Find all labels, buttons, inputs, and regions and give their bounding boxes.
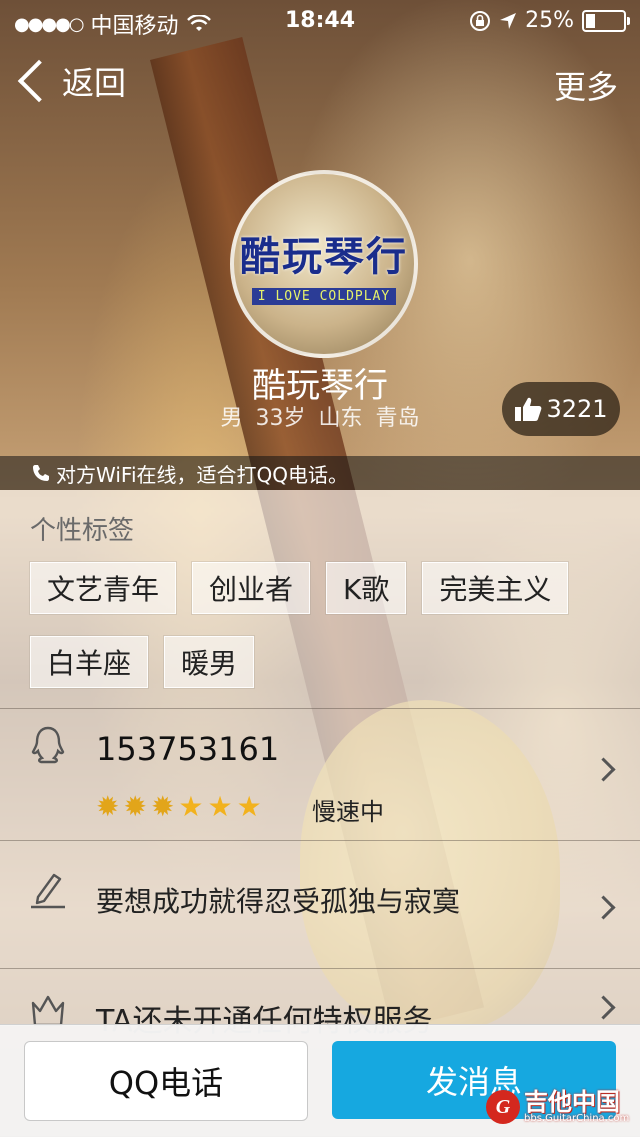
- chevron-right-icon: [591, 995, 616, 1020]
- tag-row-1: 文艺青年 创业者 K歌 完美主义: [30, 562, 569, 614]
- crown-icon: [31, 995, 65, 1026]
- avatar[interactable]: 酷玩琴行 I LOVE COLDPLAY: [230, 170, 418, 358]
- tag-item[interactable]: 暖男: [164, 636, 255, 688]
- phone-icon: [33, 465, 49, 481]
- sun-level-icon: ✹: [123, 790, 147, 823]
- star-level-icon: ★: [178, 790, 204, 823]
- star-level-icon: ★: [207, 790, 233, 823]
- battery-percent: 25%: [525, 8, 574, 33]
- penguin-icon: [31, 726, 65, 764]
- wifi-notice-bar: 对方WiFi在线，适合打QQ电话。: [0, 456, 640, 490]
- star-level-icon: ★: [236, 790, 262, 823]
- thumbs-up-icon: [515, 397, 542, 421]
- more-button[interactable]: 更多: [554, 62, 618, 108]
- like-count: 3221: [546, 395, 608, 423]
- status-bar: ●●●●○ 中国移动 18:44 25%: [0, 0, 640, 40]
- signature-text: 要想成功就得忍受孤独与寂寞: [96, 885, 461, 918]
- chevron-right-icon: [591, 757, 616, 782]
- sun-level-icon: ✹: [150, 790, 175, 823]
- tag-row-2: 白羊座 暖男: [30, 636, 255, 688]
- tag-item[interactable]: 完美主义: [422, 562, 569, 614]
- tags-section-title: 个性标签: [30, 516, 135, 546]
- qq-number: 153753161: [96, 730, 280, 768]
- wifi-notice-text: 对方WiFi在线，适合打QQ电话。: [56, 462, 348, 487]
- rotation-lock-icon: [470, 10, 491, 31]
- chevron-right-icon: [591, 895, 616, 920]
- sun-level-icon: ✹: [96, 790, 120, 823]
- battery-icon: [582, 9, 630, 32]
- back-label: 返回: [62, 64, 127, 102]
- avatar-logo-subtitle: I LOVE COLDPLAY: [251, 287, 397, 305]
- watermark-url: bbs.GuitarChina.com: [524, 1113, 630, 1124]
- battery-level: [586, 13, 595, 28]
- back-button[interactable]: 返回: [16, 58, 126, 104]
- qq-call-button[interactable]: QQ电话: [24, 1041, 308, 1121]
- profile-details: 个性标签 文艺青年 创业者 K歌 完美主义 白羊座 暖男 153753161 ✹…: [0, 490, 640, 1039]
- guitarchina-logo-icon: G: [486, 1090, 520, 1124]
- qq-level-stars: ✹ ✹ ✹ ★ ★ ★: [96, 792, 262, 822]
- tag-item[interactable]: 文艺青年: [30, 562, 177, 614]
- tag-item[interactable]: 白羊座: [30, 636, 149, 688]
- tag-item[interactable]: 创业者: [192, 562, 311, 614]
- location-arrow-icon: [500, 12, 517, 29]
- pencil-icon: [31, 873, 65, 909]
- like-button[interactable]: 3221: [502, 382, 620, 436]
- level-speed-status: 慢速中: [312, 798, 384, 826]
- watermark-title: 吉他中国: [524, 1088, 620, 1116]
- site-watermark: G 吉他中国 bbs.GuitarChina.com: [486, 1082, 636, 1132]
- avatar-logo-title: 酷玩琴行: [240, 233, 408, 280]
- tag-item[interactable]: K歌: [326, 562, 407, 614]
- chevron-left-icon: [17, 59, 61, 103]
